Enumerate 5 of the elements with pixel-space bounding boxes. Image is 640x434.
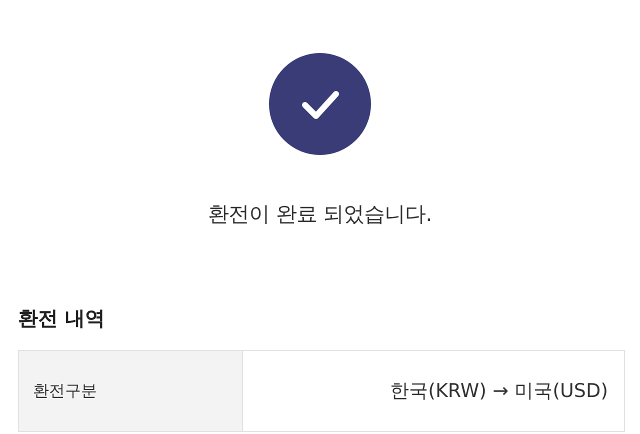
table-value: 한국(KRW) → 미국(USD) (389, 379, 609, 404)
check-icon (269, 53, 371, 155)
completion-message: 환전이 완료 되었습니다. (208, 201, 432, 228)
table-label: 환전구분 (19, 351, 243, 431)
section-title: 환전 내역 (18, 305, 105, 332)
